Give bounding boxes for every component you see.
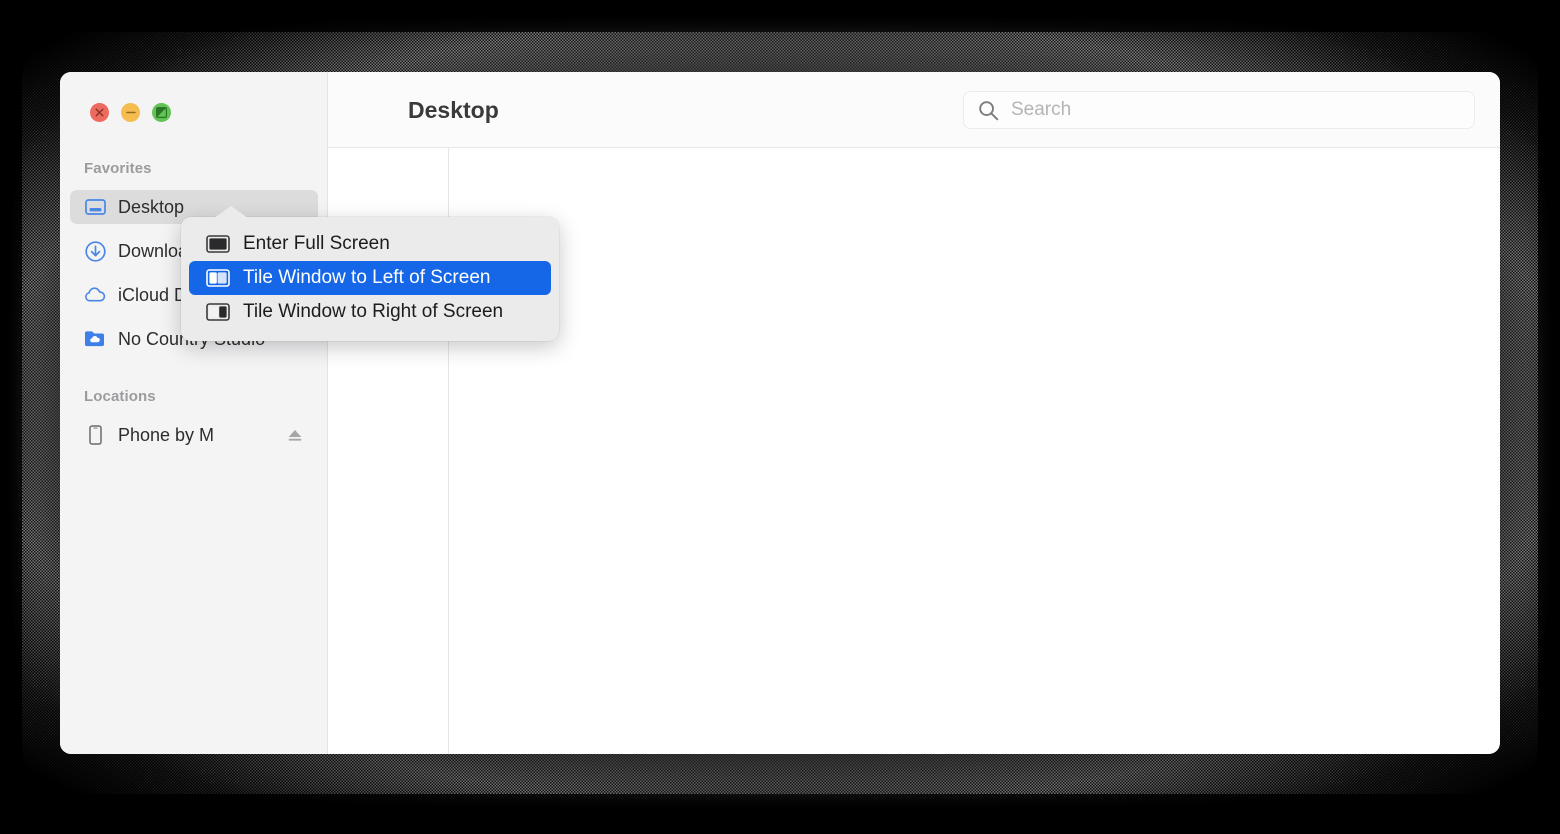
- minus-icon: [125, 111, 136, 114]
- phone-icon: [84, 424, 106, 446]
- tile-right-icon: [206, 303, 230, 321]
- sidebar-item-label: Phone by M: [118, 424, 215, 445]
- search-placeholder: Search: [1011, 99, 1072, 120]
- sidebar-section-favorites-label: Favorites: [84, 160, 152, 177]
- menu-item-label: Tile Window to Right of Screen: [243, 301, 504, 322]
- search-input[interactable]: Search: [963, 91, 1475, 129]
- finder-window: Favorites Desktop Downloads iCloud Drive…: [60, 72, 1500, 754]
- menu-item-label: Tile Window to Left of Screen: [243, 267, 491, 288]
- downloads-icon: [84, 240, 106, 262]
- tile-left-icon: [206, 269, 230, 287]
- icloud-icon: [84, 284, 106, 306]
- maximize-window-button[interactable]: [152, 103, 171, 122]
- folder-icloud-icon: [84, 328, 106, 350]
- menu-item-tile-window-left[interactable]: Tile Window to Left of Screen: [189, 261, 551, 295]
- search-icon: [978, 100, 999, 121]
- sidebar-item-label: Desktop: [118, 196, 185, 217]
- close-window-button[interactable]: [90, 103, 109, 122]
- menu-item-enter-full-screen[interactable]: Enter Full Screen: [189, 227, 551, 261]
- sidebar: Favorites Desktop Downloads iCloud Drive…: [60, 72, 328, 754]
- fullscreen-icon: [206, 235, 230, 253]
- close-icon: [95, 108, 104, 117]
- menu-notch: [214, 206, 248, 218]
- sidebar-section-locations-label: Locations: [84, 388, 156, 405]
- window-context-menu: Enter Full Screen Tile Window to Left of…: [181, 206, 559, 341]
- page-title: Desktop: [408, 97, 499, 123]
- menu-item-label: Enter Full Screen: [243, 233, 390, 254]
- traffic-lights: [90, 103, 171, 122]
- screen: Favorites Desktop Downloads iCloud Drive…: [0, 0, 1560, 834]
- desktop-icon: [84, 196, 106, 218]
- sidebar-item-phone-by-m[interactable]: Phone by M: [70, 418, 318, 452]
- minimize-window-button[interactable]: [121, 103, 140, 122]
- eject-icon[interactable]: [286, 427, 304, 443]
- toolbar: Desktop Search: [328, 72, 1500, 148]
- menu-item-tile-window-right[interactable]: Tile Window to Right of Screen: [189, 295, 551, 329]
- tile-split-icon: [156, 107, 167, 118]
